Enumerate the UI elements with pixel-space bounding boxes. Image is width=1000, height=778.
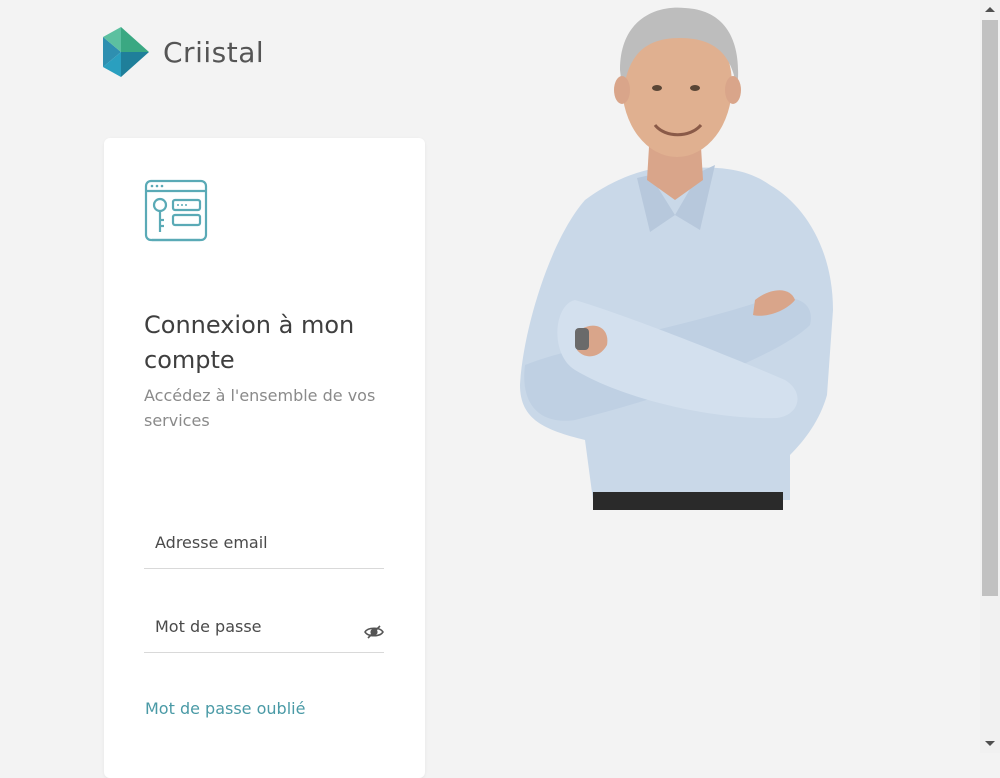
email-input[interactable] — [155, 516, 355, 568]
forgot-password-link[interactable]: Mot de passe oublié — [145, 699, 305, 718]
login-card: Connexion à mon compte Accédez à l'ensem… — [104, 138, 425, 778]
brand-name: Criistal — [163, 35, 265, 69]
hero-photo — [520, 7, 833, 510]
brand-logo[interactable]: Criistal — [103, 27, 264, 77]
eye-slash-icon[interactable] — [364, 624, 384, 640]
criistal-logo-icon — [103, 27, 149, 77]
vertical-scrollbar[interactable] — [980, 0, 1000, 753]
password-input[interactable] — [155, 600, 355, 652]
scroll-down-icon[interactable] — [985, 741, 995, 746]
page-subtitle: Accédez à l'ensemble de vos services — [144, 386, 376, 430]
email-field — [144, 516, 384, 569]
page-title: Connexion à mon compte — [144, 311, 355, 375]
scroll-up-icon[interactable] — [985, 7, 995, 12]
password-field — [144, 600, 384, 653]
browser-key-icon — [144, 178, 208, 249]
scroll-thumb[interactable] — [982, 20, 998, 596]
